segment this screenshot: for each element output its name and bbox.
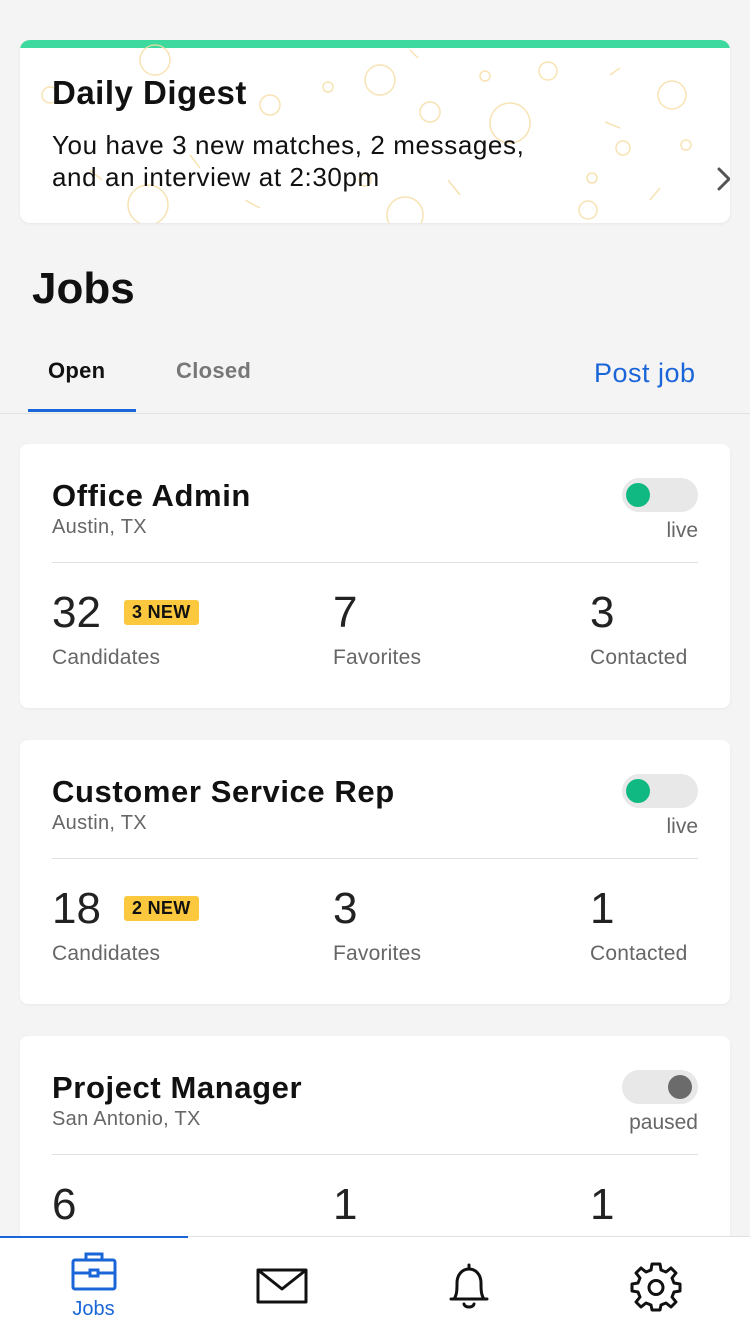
job-location: San Antonio, TX [52, 1108, 201, 1130]
nav-item-messages[interactable] [188, 1237, 375, 1334]
chevron-right-icon[interactable] [714, 165, 730, 193]
favorites-count[interactable]: 1 [333, 1183, 357, 1227]
job-status-toggle[interactable] [622, 1070, 698, 1104]
nav-item-settings[interactable] [562, 1237, 749, 1334]
nav-label-jobs: Jobs [72, 1298, 115, 1320]
job-title: Customer Service Rep [52, 774, 395, 809]
job-status-toggle[interactable] [622, 478, 698, 512]
contacted-label: Contacted [590, 942, 688, 965]
candidates-count[interactable]: 32 [52, 591, 101, 635]
mail-icon [256, 1268, 307, 1304]
job-card-customer-service-rep[interactable]: Customer Service Rep Austin, TX live 18 … [20, 740, 730, 1004]
job-status-label: paused [629, 1111, 698, 1134]
job-status-label: live [666, 815, 698, 838]
digest-summary-line-2: and an interview at 2:30pm [52, 162, 380, 192]
toggle-knob [668, 1075, 692, 1099]
toggle-knob [626, 483, 650, 507]
briefcase-icon [71, 1252, 116, 1291]
job-card-office-admin[interactable]: Office Admin Austin, TX live 32 3 NEW Ca… [20, 444, 730, 708]
candidates-label: Candidates [52, 942, 161, 965]
favorites-count[interactable]: 7 [333, 591, 357, 635]
contacted-count[interactable]: 1 [590, 887, 614, 931]
card-divider [52, 1154, 698, 1155]
job-location: Austin, TX [52, 812, 147, 834]
job-status-toggle[interactable] [622, 774, 698, 808]
contacted-count[interactable]: 3 [590, 591, 614, 635]
bottom-tab-bar: Jobs [0, 1236, 750, 1334]
post-job-button[interactable]: Post job [594, 358, 696, 389]
card-divider [52, 858, 698, 859]
nav-item-jobs[interactable]: Jobs [0, 1237, 187, 1334]
job-status-label: live [666, 519, 698, 542]
contacted-count[interactable]: 1 [590, 1183, 614, 1227]
favorites-label: Favorites [333, 942, 422, 965]
job-title: Project Manager [52, 1070, 303, 1105]
toggle-knob [626, 779, 650, 803]
tabs-divider [0, 413, 750, 414]
card-divider [52, 562, 698, 563]
new-candidates-badge: 3 NEW [124, 600, 199, 625]
digest-title: Daily Digest [52, 74, 247, 111]
daily-digest-card[interactable]: Daily Digest You have 3 new matches, 2 m… [20, 40, 730, 223]
nav-item-notifications[interactable] [375, 1237, 562, 1334]
favorites-label: Favorites [333, 646, 422, 669]
jobs-screen: Daily Digest You have 3 new matches, 2 m… [0, 0, 750, 1334]
candidates-label: Candidates [52, 646, 161, 669]
tab-closed[interactable]: Closed [176, 358, 251, 384]
digest-summary: You have 3 new matches, 2 messages, and … [52, 129, 632, 193]
page-title: Jobs [32, 264, 135, 313]
job-title: Office Admin [52, 478, 251, 513]
job-location: Austin, TX [52, 516, 147, 538]
tab-open[interactable]: Open [48, 358, 105, 384]
candidates-count[interactable]: 18 [52, 887, 101, 931]
gear-icon [630, 1262, 681, 1312]
favorites-count[interactable]: 3 [333, 887, 357, 931]
contacted-label: Contacted [590, 646, 688, 669]
bell-icon [449, 1263, 488, 1309]
active-tab-indicator [28, 409, 136, 412]
new-candidates-badge: 2 NEW [124, 896, 199, 921]
candidates-count[interactable]: 6 [52, 1183, 76, 1227]
digest-summary-line-1: You have 3 new matches, 2 messages, [52, 130, 525, 160]
